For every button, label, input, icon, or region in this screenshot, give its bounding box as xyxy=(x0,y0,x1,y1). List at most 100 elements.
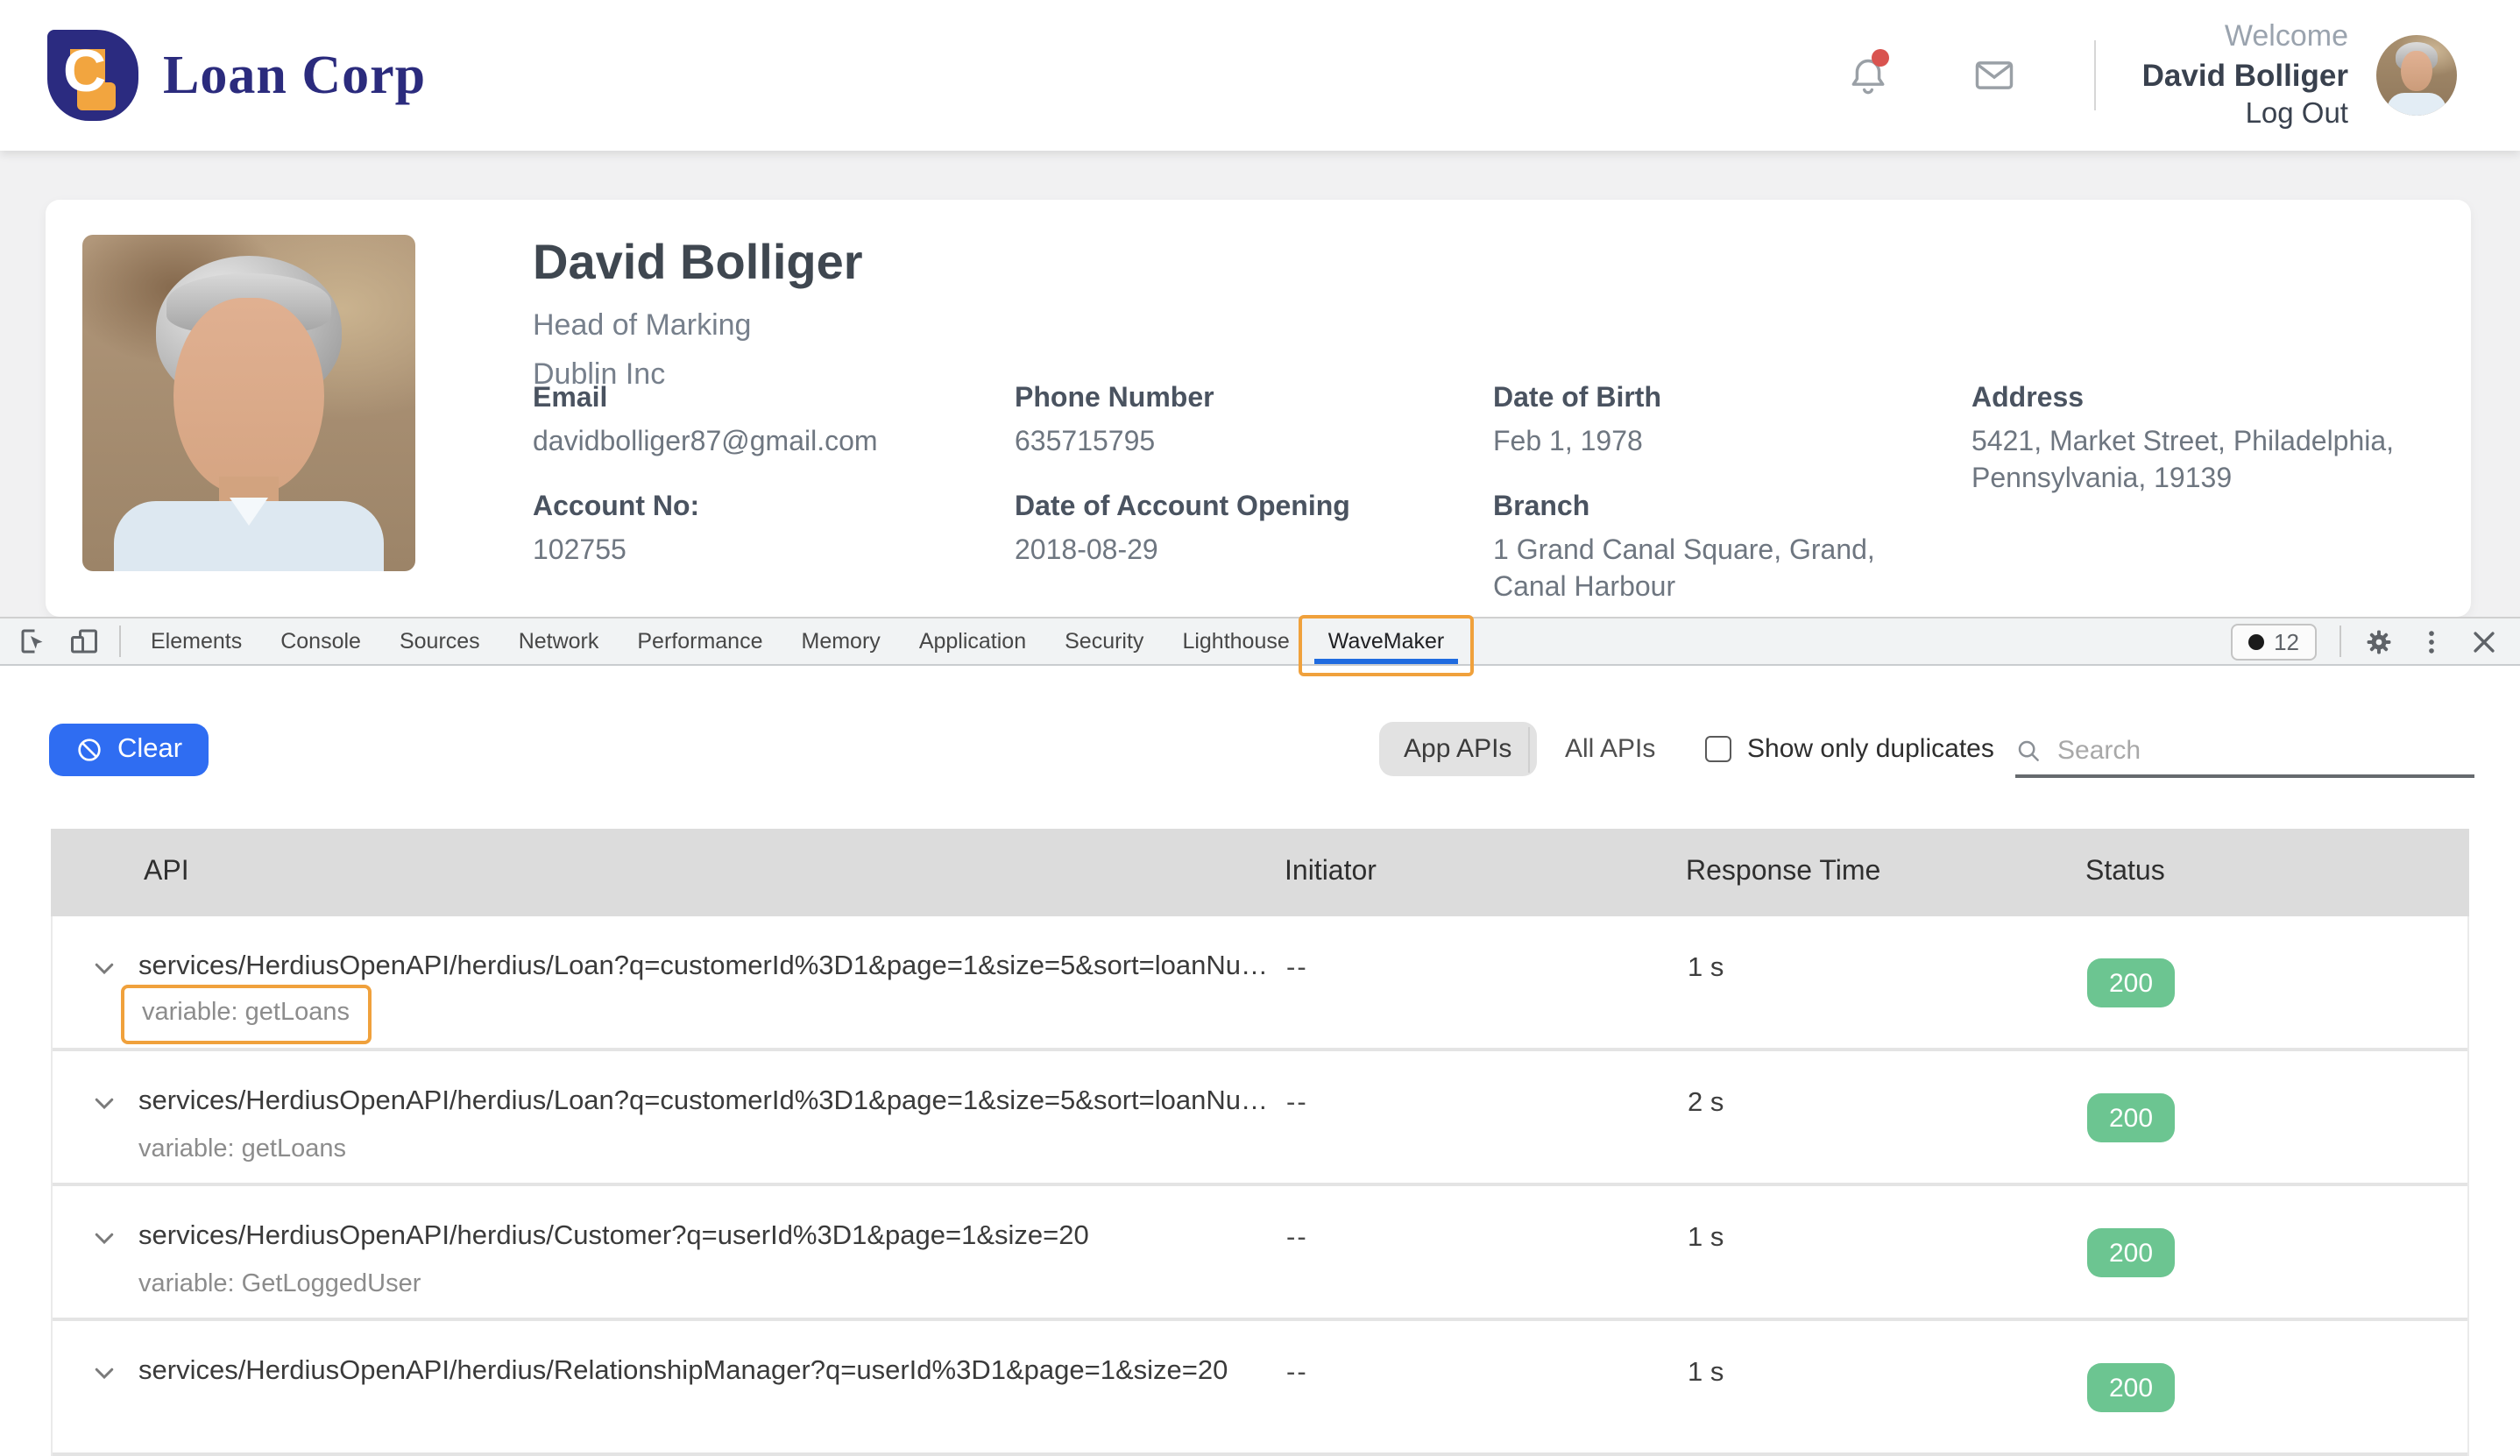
status-badge: 200 xyxy=(2087,958,2175,1007)
api-url: services/HerdiusOpenAPI/herdius/Customer… xyxy=(138,1221,1089,1253)
tab-memory[interactable]: Memory xyxy=(782,618,900,664)
table-row[interactable]: services/HerdiusOpenAPI/herdius/Relation… xyxy=(53,1321,2467,1456)
status-badge: 200 xyxy=(2087,1093,2175,1142)
header-actions: Welcome David Bolliger Log Out xyxy=(1845,18,2457,133)
chevron-down-icon[interactable] xyxy=(91,1090,117,1116)
show-only-duplicates-checkbox[interactable] xyxy=(1705,736,1731,762)
opening-date-value: 2018-08-29 xyxy=(1015,534,1158,571)
api-table-rows: services/HerdiusOpenAPI/herdius/Loan?q=c… xyxy=(51,916,2469,1456)
dob-label: Date of Birth xyxy=(1493,384,1661,415)
show-only-duplicates-label: Show only duplicates xyxy=(1747,734,1994,764)
tabbar-divider xyxy=(119,626,121,657)
chevron-down-icon[interactable] xyxy=(91,955,117,981)
page-background: David Bolliger Head of Marking Dublin In… xyxy=(0,151,2520,617)
user-avatar[interactable] xyxy=(2376,35,2457,116)
profile-job-title: Head of Marking xyxy=(533,308,751,343)
devtools-tabbar: Elements Console Sources Network Perform… xyxy=(0,617,2520,666)
column-response-time: Response Time xyxy=(1686,829,1880,916)
tab-wavemaker-label: WaveMaker xyxy=(1328,629,1444,654)
header-user-name: David Bolliger xyxy=(2141,56,2348,95)
chevron-down-icon[interactable] xyxy=(91,1360,117,1386)
branch-label: Branch xyxy=(1493,492,1589,524)
brand-name: Loan Corp xyxy=(163,44,426,107)
device-toolbar-icon[interactable] xyxy=(68,626,100,657)
inspect-element-icon[interactable] xyxy=(18,626,49,657)
email-label: Email xyxy=(533,384,607,415)
column-status: Status xyxy=(2085,829,2165,916)
api-url: services/HerdiusOpenAPI/herdius/Loan?q=c… xyxy=(138,951,1268,983)
search-input[interactable] xyxy=(2057,735,2474,765)
profile-photo xyxy=(82,235,415,571)
app-apis-toggle[interactable]: App APIs xyxy=(1379,722,1536,776)
welcome-block: Welcome David Bolliger Log Out xyxy=(2141,18,2348,133)
devtools-panel: Elements Console Sources Network Perform… xyxy=(0,617,2520,1384)
dob-value: Feb 1, 1978 xyxy=(1493,426,1643,463)
initiator-value: -- xyxy=(1286,953,1308,985)
table-row[interactable]: services/HerdiusOpenAPI/herdius/Loan?q=c… xyxy=(53,1051,2467,1186)
tab-console[interactable]: Console xyxy=(261,618,380,664)
header-divider xyxy=(2094,40,2096,110)
settings-gear-icon[interactable] xyxy=(2364,626,2394,656)
notifications-bell-icon[interactable] xyxy=(1845,53,1891,98)
notification-dot xyxy=(1872,49,1889,67)
chevron-down-icon[interactable] xyxy=(91,1225,117,1251)
api-url: services/HerdiusOpenAPI/herdius/Relation… xyxy=(138,1356,1228,1388)
app-header: C Loan Corp Welcome David Boll xyxy=(0,0,2520,151)
tab-security[interactable]: Security xyxy=(1045,618,1163,664)
logo-letter: C xyxy=(63,39,106,107)
api-table: API Initiator Response Time Status servi… xyxy=(51,829,2469,1456)
initiator-value: -- xyxy=(1286,1088,1308,1120)
profile-card: David Bolliger Head of Marking Dublin In… xyxy=(46,200,2471,617)
status-badge: 200 xyxy=(2087,1228,2175,1277)
initiator-value: -- xyxy=(1286,1358,1308,1389)
brand-logo[interactable]: C Loan Corp xyxy=(47,30,426,121)
status-badge: 200 xyxy=(2087,1363,2175,1412)
tab-application[interactable]: Application xyxy=(900,618,1045,664)
logout-link[interactable]: Log Out xyxy=(2141,95,2348,132)
api-url: services/HerdiusOpenAPI/herdius/Loan?q=c… xyxy=(138,1086,1268,1118)
more-options-kebab-icon[interactable] xyxy=(2417,626,2446,656)
initiator-value: -- xyxy=(1286,1223,1308,1255)
account-label: Account No: xyxy=(533,492,699,524)
tabbar-divider-2 xyxy=(2339,626,2341,657)
devtools-tabs: Elements Console Sources Network Perform… xyxy=(131,618,1463,664)
column-api: API xyxy=(144,829,189,916)
search-field xyxy=(2015,725,2474,778)
close-devtools-icon[interactable] xyxy=(2469,626,2499,656)
branch-value: 1 Grand Canal Square, Grand, Canal Harbo… xyxy=(1493,534,1935,607)
apis-toggle-divider xyxy=(1528,727,1530,773)
variable-name: variable: getLoans xyxy=(138,1135,346,1163)
profile-name: David Bolliger xyxy=(533,235,863,291)
welcome-text: Welcome xyxy=(2141,18,2348,57)
tab-wavemaker[interactable]: WaveMaker xyxy=(1309,618,1463,664)
issues-count-badge[interactable]: 12 xyxy=(2230,623,2317,660)
app-root: C Loan Corp Welcome David Boll xyxy=(0,0,2520,1384)
variable-name: variable: getLoans xyxy=(142,999,350,1027)
mail-icon[interactable] xyxy=(1971,53,2017,98)
response-time-value: 1 s xyxy=(1688,1223,1724,1255)
tab-network[interactable]: Network xyxy=(499,618,619,664)
phone-label: Phone Number xyxy=(1015,384,1214,415)
tab-lighthouse[interactable]: Lighthouse xyxy=(1163,618,1308,664)
issues-count: 12 xyxy=(2274,628,2299,654)
address-label: Address xyxy=(1971,384,2084,415)
column-initiator: Initiator xyxy=(1285,829,1377,916)
tab-performance[interactable]: Performance xyxy=(618,618,782,664)
variable-name: variable: GetLoggedUser xyxy=(138,1270,421,1298)
wavemaker-panel-content: Clear App APIs All APIs Show only duplic… xyxy=(0,666,2520,1384)
clear-button[interactable]: Clear xyxy=(49,724,209,776)
table-row[interactable]: services/HerdiusOpenAPI/herdius/Customer… xyxy=(53,1186,2467,1321)
active-tab-underline xyxy=(1314,659,1458,664)
api-table-header: API Initiator Response Time Status xyxy=(51,829,2469,916)
issues-dot-icon xyxy=(2247,633,2263,649)
tab-sources[interactable]: Sources xyxy=(380,618,499,664)
variable-annotation-box: variable: getLoans xyxy=(121,985,371,1044)
all-apis-toggle[interactable]: All APIs xyxy=(1565,734,1655,764)
table-row[interactable]: services/HerdiusOpenAPI/herdius/Loan?q=c… xyxy=(53,916,2467,1051)
search-icon xyxy=(2015,737,2042,763)
account-value: 102755 xyxy=(533,534,626,571)
address-value: 5421, Market Street, Philadelphia, Penns… xyxy=(1971,426,2413,498)
tab-elements[interactable]: Elements xyxy=(131,618,261,664)
email-value: davidbolliger87@gmail.com xyxy=(533,426,878,463)
clear-button-label: Clear xyxy=(117,734,182,766)
